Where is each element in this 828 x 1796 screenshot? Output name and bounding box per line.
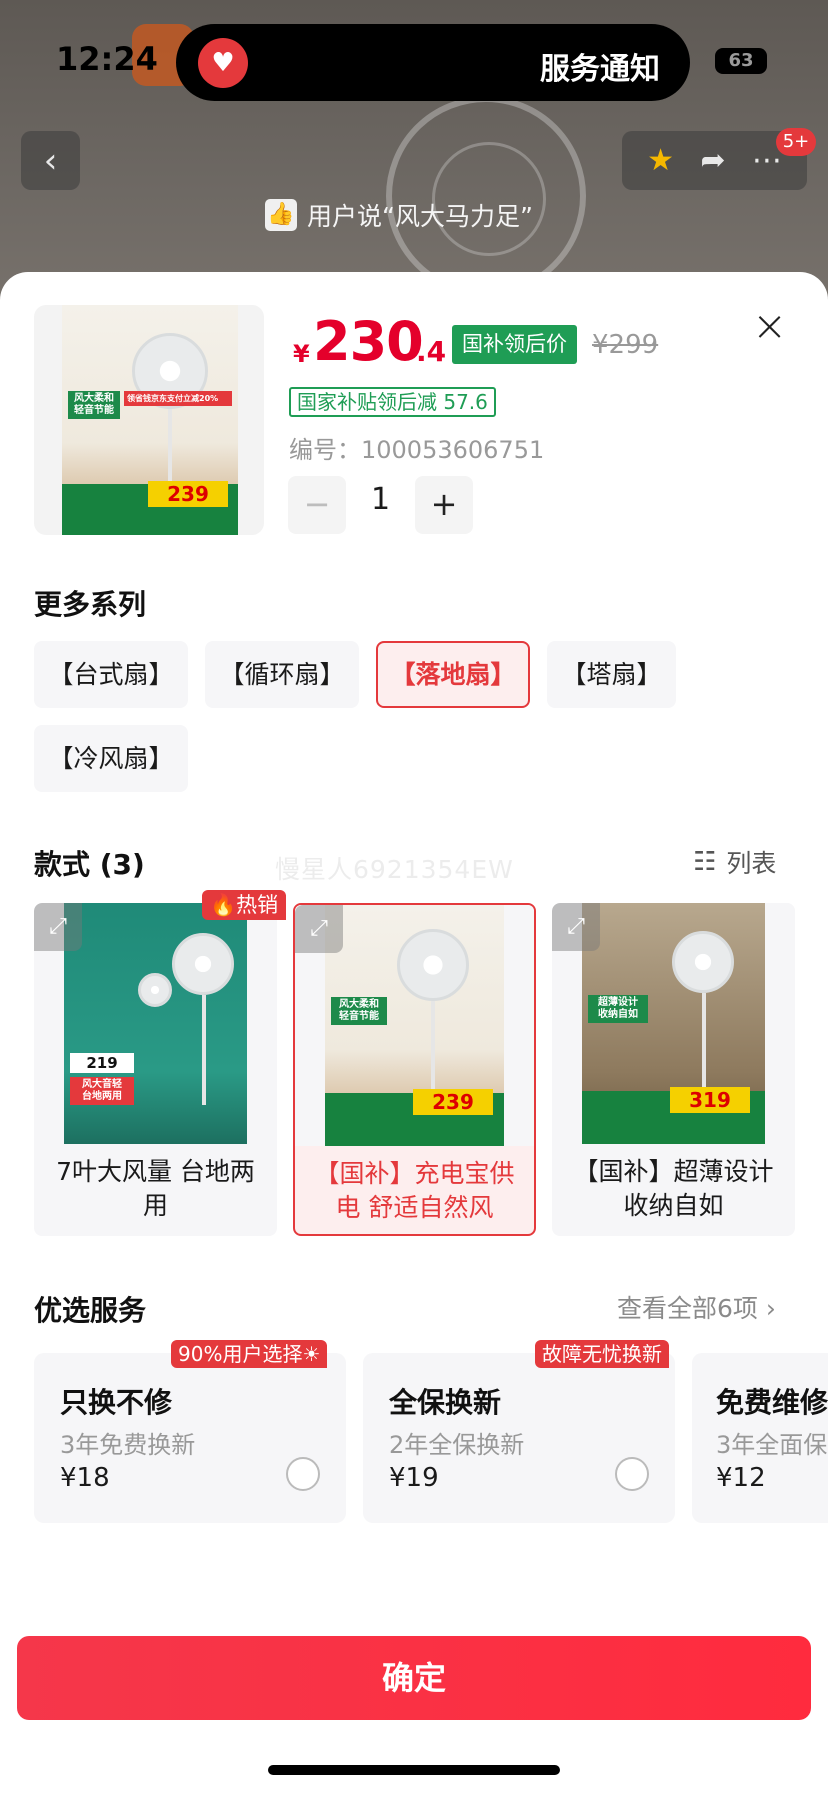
price-currency: ¥ — [293, 340, 310, 368]
style-image-tag: 超薄设计 收纳自如 — [588, 995, 648, 1023]
service-price: ¥12 — [716, 1463, 766, 1493]
share-icon[interactable]: ➦ — [700, 143, 725, 178]
message-badge: 5+ — [776, 128, 816, 156]
home-indicator[interactable] — [268, 1765, 560, 1775]
service-radio[interactable] — [286, 1457, 320, 1491]
series-chip-desk-fan[interactable]: 【台式扇】 — [34, 641, 188, 708]
price-decimal: .4 — [416, 335, 447, 368]
service-description: 2年全保换新 — [389, 1431, 525, 1459]
notification-text: 服务通知 — [540, 52, 660, 87]
status-time: 12:24 — [56, 40, 158, 78]
series-chip-floor-fan[interactable]: 【落地扇】 — [376, 641, 530, 708]
style-label: 【国补】充电宝供电 舒适自然风 — [314, 1159, 515, 1222]
close-icon[interactable]: × — [752, 305, 787, 347]
expand-icon[interactable]: ⤢ — [34, 903, 82, 951]
style-image-tag: 风大音轻 台地两用 — [70, 1077, 134, 1105]
series-chip-tower-fan[interactable]: 【塔扇】 — [547, 641, 676, 708]
notification-island[interactable]: ♥ 服务通知 — [176, 24, 690, 101]
style-image-tag: 风大柔和 轻音节能 — [331, 997, 387, 1025]
service-badge: 90%用户选择☀ — [171, 1340, 328, 1368]
quantity-value[interactable]: 1 — [346, 482, 415, 517]
service-card[interactable]: 免费维修 3年全面保 ¥12 — [692, 1353, 828, 1523]
product-thumbnail[interactable]: 风大柔和 轻音节能 领省钱京东支付立减20% 239 — [34, 305, 264, 535]
service-badge: 故障无忧换新 — [535, 1340, 669, 1368]
service-radio[interactable] — [615, 1457, 649, 1491]
series-chip-air-cooler[interactable]: 【冷风扇】 — [34, 725, 188, 792]
series-title: 更多系列 — [34, 588, 147, 621]
style-image-price: 219 — [70, 1053, 134, 1073]
list-view-toggle[interactable]: ☷ 列表 — [693, 844, 776, 880]
hot-sale-badge: 🔥热销 — [202, 890, 287, 920]
thumb-price: 239 — [148, 481, 228, 507]
review-highlight: 👍 用户说“风大马力足” — [265, 189, 571, 241]
quantity-decrement-button[interactable]: − — [288, 476, 346, 534]
review-highlight-text: 用户说“风大马力足” — [307, 202, 533, 231]
confirm-button[interactable]: 确定 — [17, 1636, 811, 1720]
thumb-red-tag: 领省钱京东支付立减20% — [124, 391, 232, 406]
original-price: ¥299 — [592, 330, 659, 360]
quantity-increment-button[interactable]: + — [415, 476, 473, 534]
subsidy-note: 国家补贴领后减 57.6 — [289, 387, 496, 417]
watermark-text: 慢星人6921354EW — [275, 855, 514, 884]
style-card[interactable]: ⤢ 超薄设计 收纳自如 319 【国补】超薄设计 收纳自如 — [552, 903, 795, 1236]
service-name: 免费维修 — [716, 1386, 828, 1419]
service-card[interactable]: 全保换新 2年全保换新 ¥19 — [363, 1353, 675, 1523]
thumb-green-tag: 风大柔和 轻音节能 — [68, 391, 120, 419]
service-name: 只换不修 — [60, 1386, 173, 1419]
expand-icon[interactable]: ⤢ — [552, 903, 600, 951]
battery-indicator: 63 — [715, 48, 767, 74]
expand-icon[interactable]: ⤢ — [295, 905, 343, 953]
style-image-price: 319 — [670, 1087, 750, 1113]
style-image-price: 239 — [413, 1089, 493, 1115]
jd-heart-icon: ♥ — [198, 38, 248, 88]
style-label: 【国补】超薄设计 收纳自如 — [573, 1157, 774, 1220]
service-price: ¥19 — [389, 1463, 439, 1493]
service-price: ¥18 — [60, 1463, 110, 1493]
star-icon[interactable]: ★ — [647, 143, 674, 178]
service-description: 3年全面保 — [716, 1431, 828, 1459]
sku-number: 编号：100053606751 — [289, 436, 545, 464]
see-all-services-link[interactable]: 查看全部6项 › — [617, 1289, 776, 1325]
styles-title: 款式 (3) — [34, 848, 145, 881]
series-chip-circulation-fan[interactable]: 【循环扇】 — [205, 641, 359, 708]
chevron-left-icon: ‹ — [43, 140, 58, 181]
services-title: 优选服务 — [34, 1294, 147, 1327]
style-label: 7叶大风量 台地两用 — [56, 1157, 255, 1220]
service-card[interactable]: 只换不修 3年免费换新 ¥18 — [34, 1353, 346, 1523]
subsidy-price-tag: 国补领后价 — [452, 325, 577, 364]
list-view-icon: ☷ — [693, 847, 717, 877]
list-view-label: 列表 — [726, 849, 777, 878]
back-button[interactable]: ‹ — [21, 131, 80, 190]
style-card[interactable]: ⤢ 219 风大音轻 台地两用 7叶大风量 台地两用 — [34, 903, 277, 1236]
product-thumbnail-image: 风大柔和 轻音节能 领省钱京东支付立减20% 239 — [62, 305, 238, 535]
service-name: 全保换新 — [389, 1386, 502, 1419]
price-integer: 230 — [313, 310, 424, 373]
service-description: 3年免费换新 — [60, 1431, 196, 1459]
thumbs-up-icon: 👍 — [265, 199, 297, 231]
style-card-selected[interactable]: ⤢ 风大柔和 轻音节能 239 【国补】充电宝供电 舒适自然风 — [293, 903, 536, 1236]
hot-sale-label: 热销 — [236, 893, 279, 917]
